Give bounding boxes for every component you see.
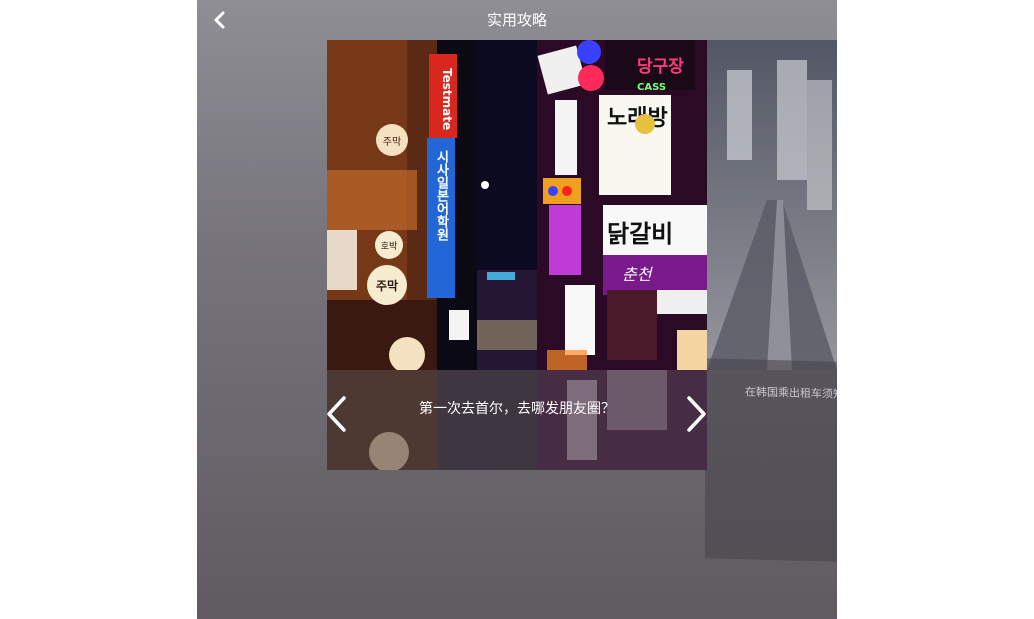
main-card-image[interactable]: 주막 주막 호박 Testmate 시사일본어학원 당구장 CASS 닭갈비 춘… bbox=[327, 40, 707, 370]
hopa-sign-text: 호박 bbox=[381, 241, 398, 252]
prev-slide-button[interactable] bbox=[324, 394, 350, 434]
card-caption: 第一次去首尔，去哪发朋友圈？ bbox=[419, 401, 615, 417]
chevron-left-icon bbox=[327, 396, 346, 432]
neon-street-photo: 주막 주막 호박 Testmate 시사일본어학원 당구장 CASS 닭갈비 춘… bbox=[327, 40, 707, 370]
next-card-caption-text: 在韩国乘出租车须知。 bbox=[745, 385, 837, 402]
academy-sign-text: 시사일본어학원 bbox=[434, 150, 449, 242]
street-photo bbox=[707, 40, 837, 370]
cass-sign-text: CASS bbox=[637, 82, 666, 93]
image-reflection bbox=[327, 370, 707, 470]
next-card-caption: 在韩国乘出租车须知。 bbox=[705, 358, 837, 562]
dangujang-sign-text: 당구장 bbox=[637, 57, 684, 77]
next-card-image[interactable] bbox=[707, 40, 837, 370]
jumak-sign-text: 주막 bbox=[376, 279, 398, 293]
page-title: 实用攻略 bbox=[486, 11, 547, 29]
chunchen-sign-text: 춘천 bbox=[622, 265, 654, 284]
dakgalbi-sign-text: 닭갈비 bbox=[607, 220, 673, 248]
header-bar: 实用攻略 bbox=[197, 0, 837, 40]
testmate-sign-text: Testmate bbox=[440, 68, 454, 130]
app-screen: 实用攻略 在韩国乘出租车须知。 주막 주막 호박 Testmate 시사일본어학… bbox=[197, 0, 837, 619]
chevron-right-icon bbox=[687, 396, 706, 432]
svg-text:주막: 주막 bbox=[383, 136, 401, 148]
next-slide-button[interactable] bbox=[683, 394, 709, 434]
reflection-art bbox=[327, 370, 707, 470]
